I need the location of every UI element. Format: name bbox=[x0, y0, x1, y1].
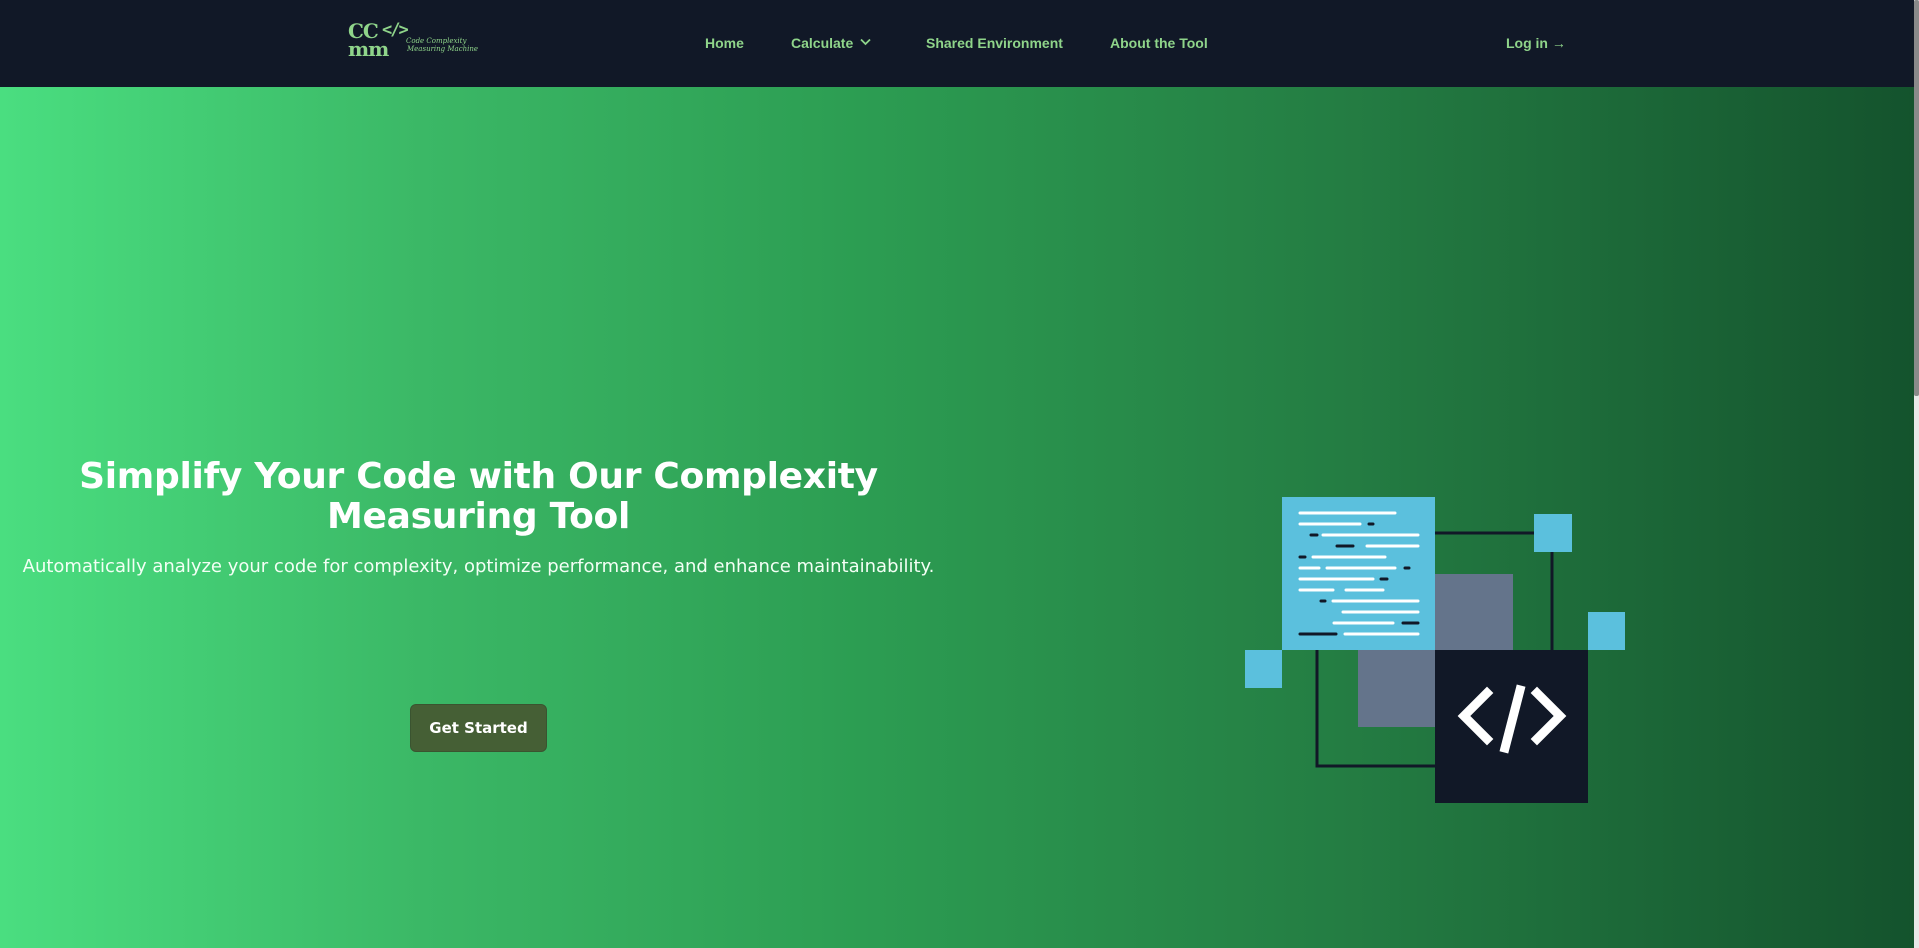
nav-calculate[interactable]: Calculate bbox=[791, 33, 871, 53]
accent-square-top bbox=[1534, 514, 1572, 552]
nav-shared-environment[interactable]: Shared Environment bbox=[926, 33, 1063, 53]
chevron-down-icon bbox=[860, 33, 871, 46]
hero-subtitle: Automatically analyze your code for comp… bbox=[22, 556, 935, 577]
page-scrollbar[interactable] bbox=[1914, 0, 1919, 948]
hero-text: Simplify Your Code with Our Complexity M… bbox=[20, 457, 937, 578]
app-viewport: CC mm </> Code Complexity Measuring Mach… bbox=[0, 0, 1914, 948]
logo[interactable]: CC mm </> Code Complexity Measuring Mach… bbox=[348, 20, 479, 64]
code-illustration bbox=[1245, 497, 1625, 803]
login-link[interactable]: Log in → bbox=[1506, 33, 1566, 53]
accent-square-left bbox=[1245, 650, 1282, 688]
hero-section: Simplify Your Code with Our Complexity M… bbox=[0, 87, 1914, 948]
top-navbar: CC mm </> Code Complexity Measuring Mach… bbox=[0, 0, 1914, 87]
hero-title: Simplify Your Code with Our Complexity M… bbox=[79, 456, 878, 537]
logo-code-glyph: </> bbox=[382, 20, 409, 40]
nav-about-the-tool[interactable]: About the Tool bbox=[1110, 33, 1208, 53]
logo-wordmark: Code Complexity Measuring Machine bbox=[406, 37, 479, 53]
get-started-button[interactable]: Get Started bbox=[410, 704, 547, 752]
scrollbar-thumb[interactable] bbox=[1914, 0, 1919, 396]
nav-home[interactable]: Home bbox=[705, 33, 744, 53]
nav-calculate-label: Calculate bbox=[791, 35, 854, 51]
document-card bbox=[1282, 497, 1435, 650]
accent-square-right bbox=[1588, 612, 1625, 650]
